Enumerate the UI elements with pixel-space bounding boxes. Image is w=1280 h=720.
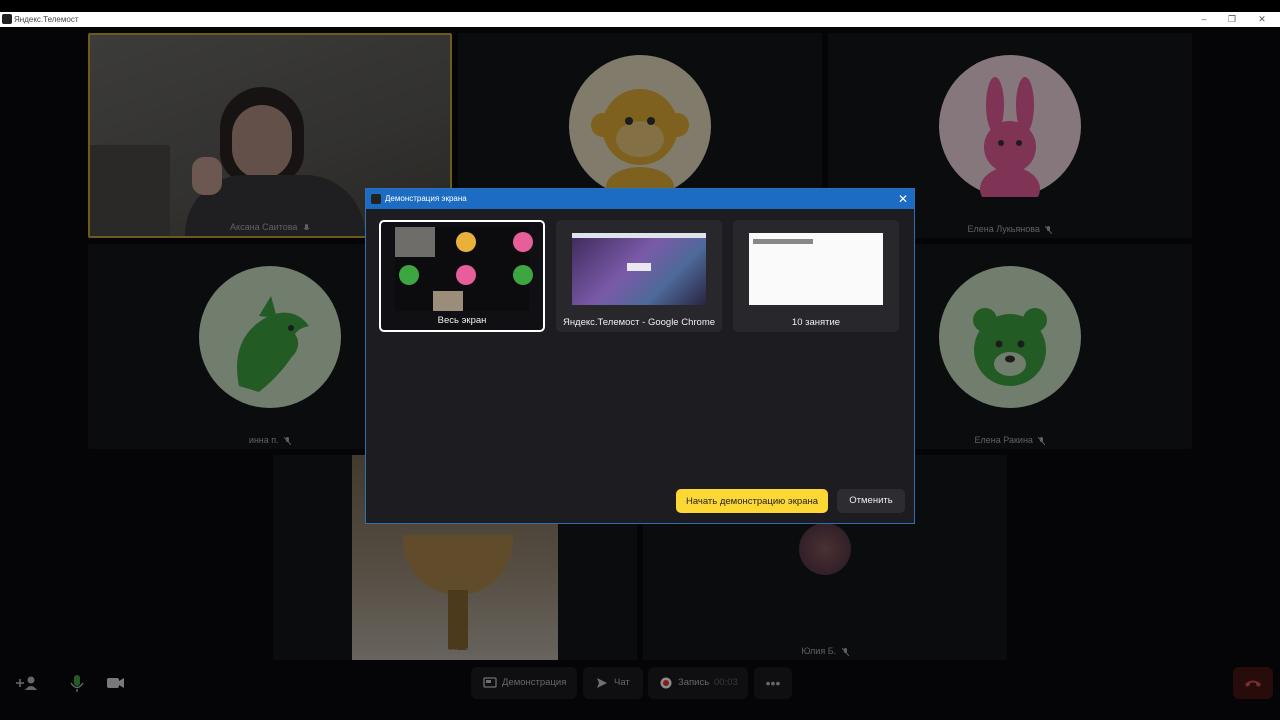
source-label: Яндекс.Телемост - Google Chrome	[562, 317, 716, 328]
minimize-icon[interactable]: –	[1190, 12, 1218, 27]
source-entire-screen[interactable]: Весь экран	[379, 220, 545, 332]
close-icon[interactable]: ✕	[898, 189, 908, 209]
app-icon	[371, 194, 381, 204]
dialog-header: Демонстрация экрана ✕	[366, 189, 914, 209]
source-document-window[interactable]: 10 занятие	[733, 220, 899, 332]
close-window-icon[interactable]: ✕	[1248, 12, 1276, 27]
cancel-button[interactable]: Отменить	[837, 489, 905, 513]
source-chrome-window[interactable]: Яндекс.Телемост - Google Chrome	[556, 220, 722, 332]
source-label: Весь экран	[437, 315, 487, 326]
dialog-title: Демонстрация экрана	[385, 194, 467, 203]
screen-share-dialog: Демонстрация экрана ✕ Весь экран Яндекс.…	[365, 188, 915, 524]
maximize-icon[interactable]: ❐	[1218, 12, 1246, 27]
window-title: Яндекс.Телемост	[14, 15, 79, 24]
source-thumbnail	[572, 233, 706, 305]
app-icon	[2, 14, 12, 24]
start-screen-share-button[interactable]: Начать демонстрацию экрана	[676, 489, 828, 513]
source-thumbnail	[395, 227, 533, 311]
source-label: 10 занятие	[791, 317, 841, 328]
window-titlebar: Яндекс.Телемост – ❐ ✕	[0, 12, 1280, 27]
source-thumbnail	[749, 233, 883, 305]
